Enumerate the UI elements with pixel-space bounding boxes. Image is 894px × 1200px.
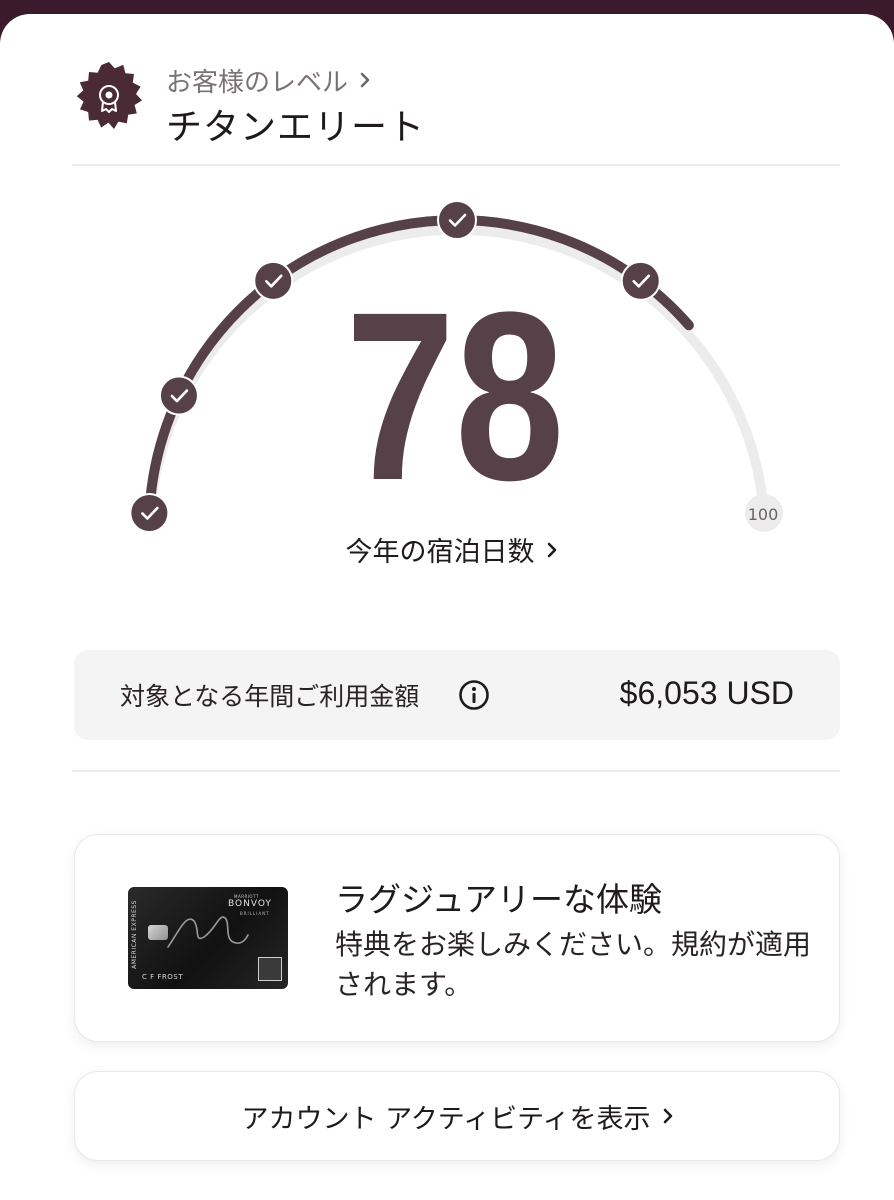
view-account-activity-label: アカウント アクティビティを表示 [241,1103,651,1135]
divider [72,770,840,772]
annual-spend-row: 対象となる年間ご利用金額 $6,053 USD [74,650,840,740]
promo-title: ラグジュアリーな体験 [335,880,663,919]
card-issuer: AMERICAN EXPRESS [130,900,138,969]
luxury-experience-card[interactable]: AMERICAN EXPRESS MARRIOTT BONVOY BRILLIA… [74,834,840,1042]
promo-body: 特典をお楽しみください。規約が適用されます。 [335,928,812,1001]
award-badge-icon [76,62,142,129]
nights-link[interactable]: 今年の宿泊日数 [0,530,894,569]
level-label: お客様のレベル [166,67,349,98]
level-header: お客様のレベル チタンエリート [72,54,842,154]
level-sheet: お客様のレベル チタンエリート 100 78 今年の宿泊日数 対象となる年間ご利… [0,14,894,1200]
card-holder: C F FROST [142,973,183,981]
annual-spend-label: 対象となる年間ご利用金額 [120,682,420,711]
card-signature-swirl [167,916,249,948]
credit-card-image: AMERICAN EXPRESS MARRIOTT BONVOY BRILLIA… [128,887,288,989]
amex-logo-icon [258,957,282,981]
chevron-right-icon [360,72,370,88]
view-account-activity-button[interactable]: アカウント アクティビティを表示 [74,1071,840,1161]
level-link[interactable]: お客様のレベル [166,62,370,98]
info-icon[interactable] [458,679,490,711]
nights-count: 78 [345,262,565,530]
divider [72,164,840,166]
annual-spend-value: $6,053 USD [619,675,794,711]
chevron-right-icon [663,1108,672,1124]
milestone-check [437,200,477,240]
level-name: チタンエリート [166,107,426,148]
nights-caption: 今年の宿泊日数 [345,537,535,568]
chevron-right-icon [547,542,556,557]
